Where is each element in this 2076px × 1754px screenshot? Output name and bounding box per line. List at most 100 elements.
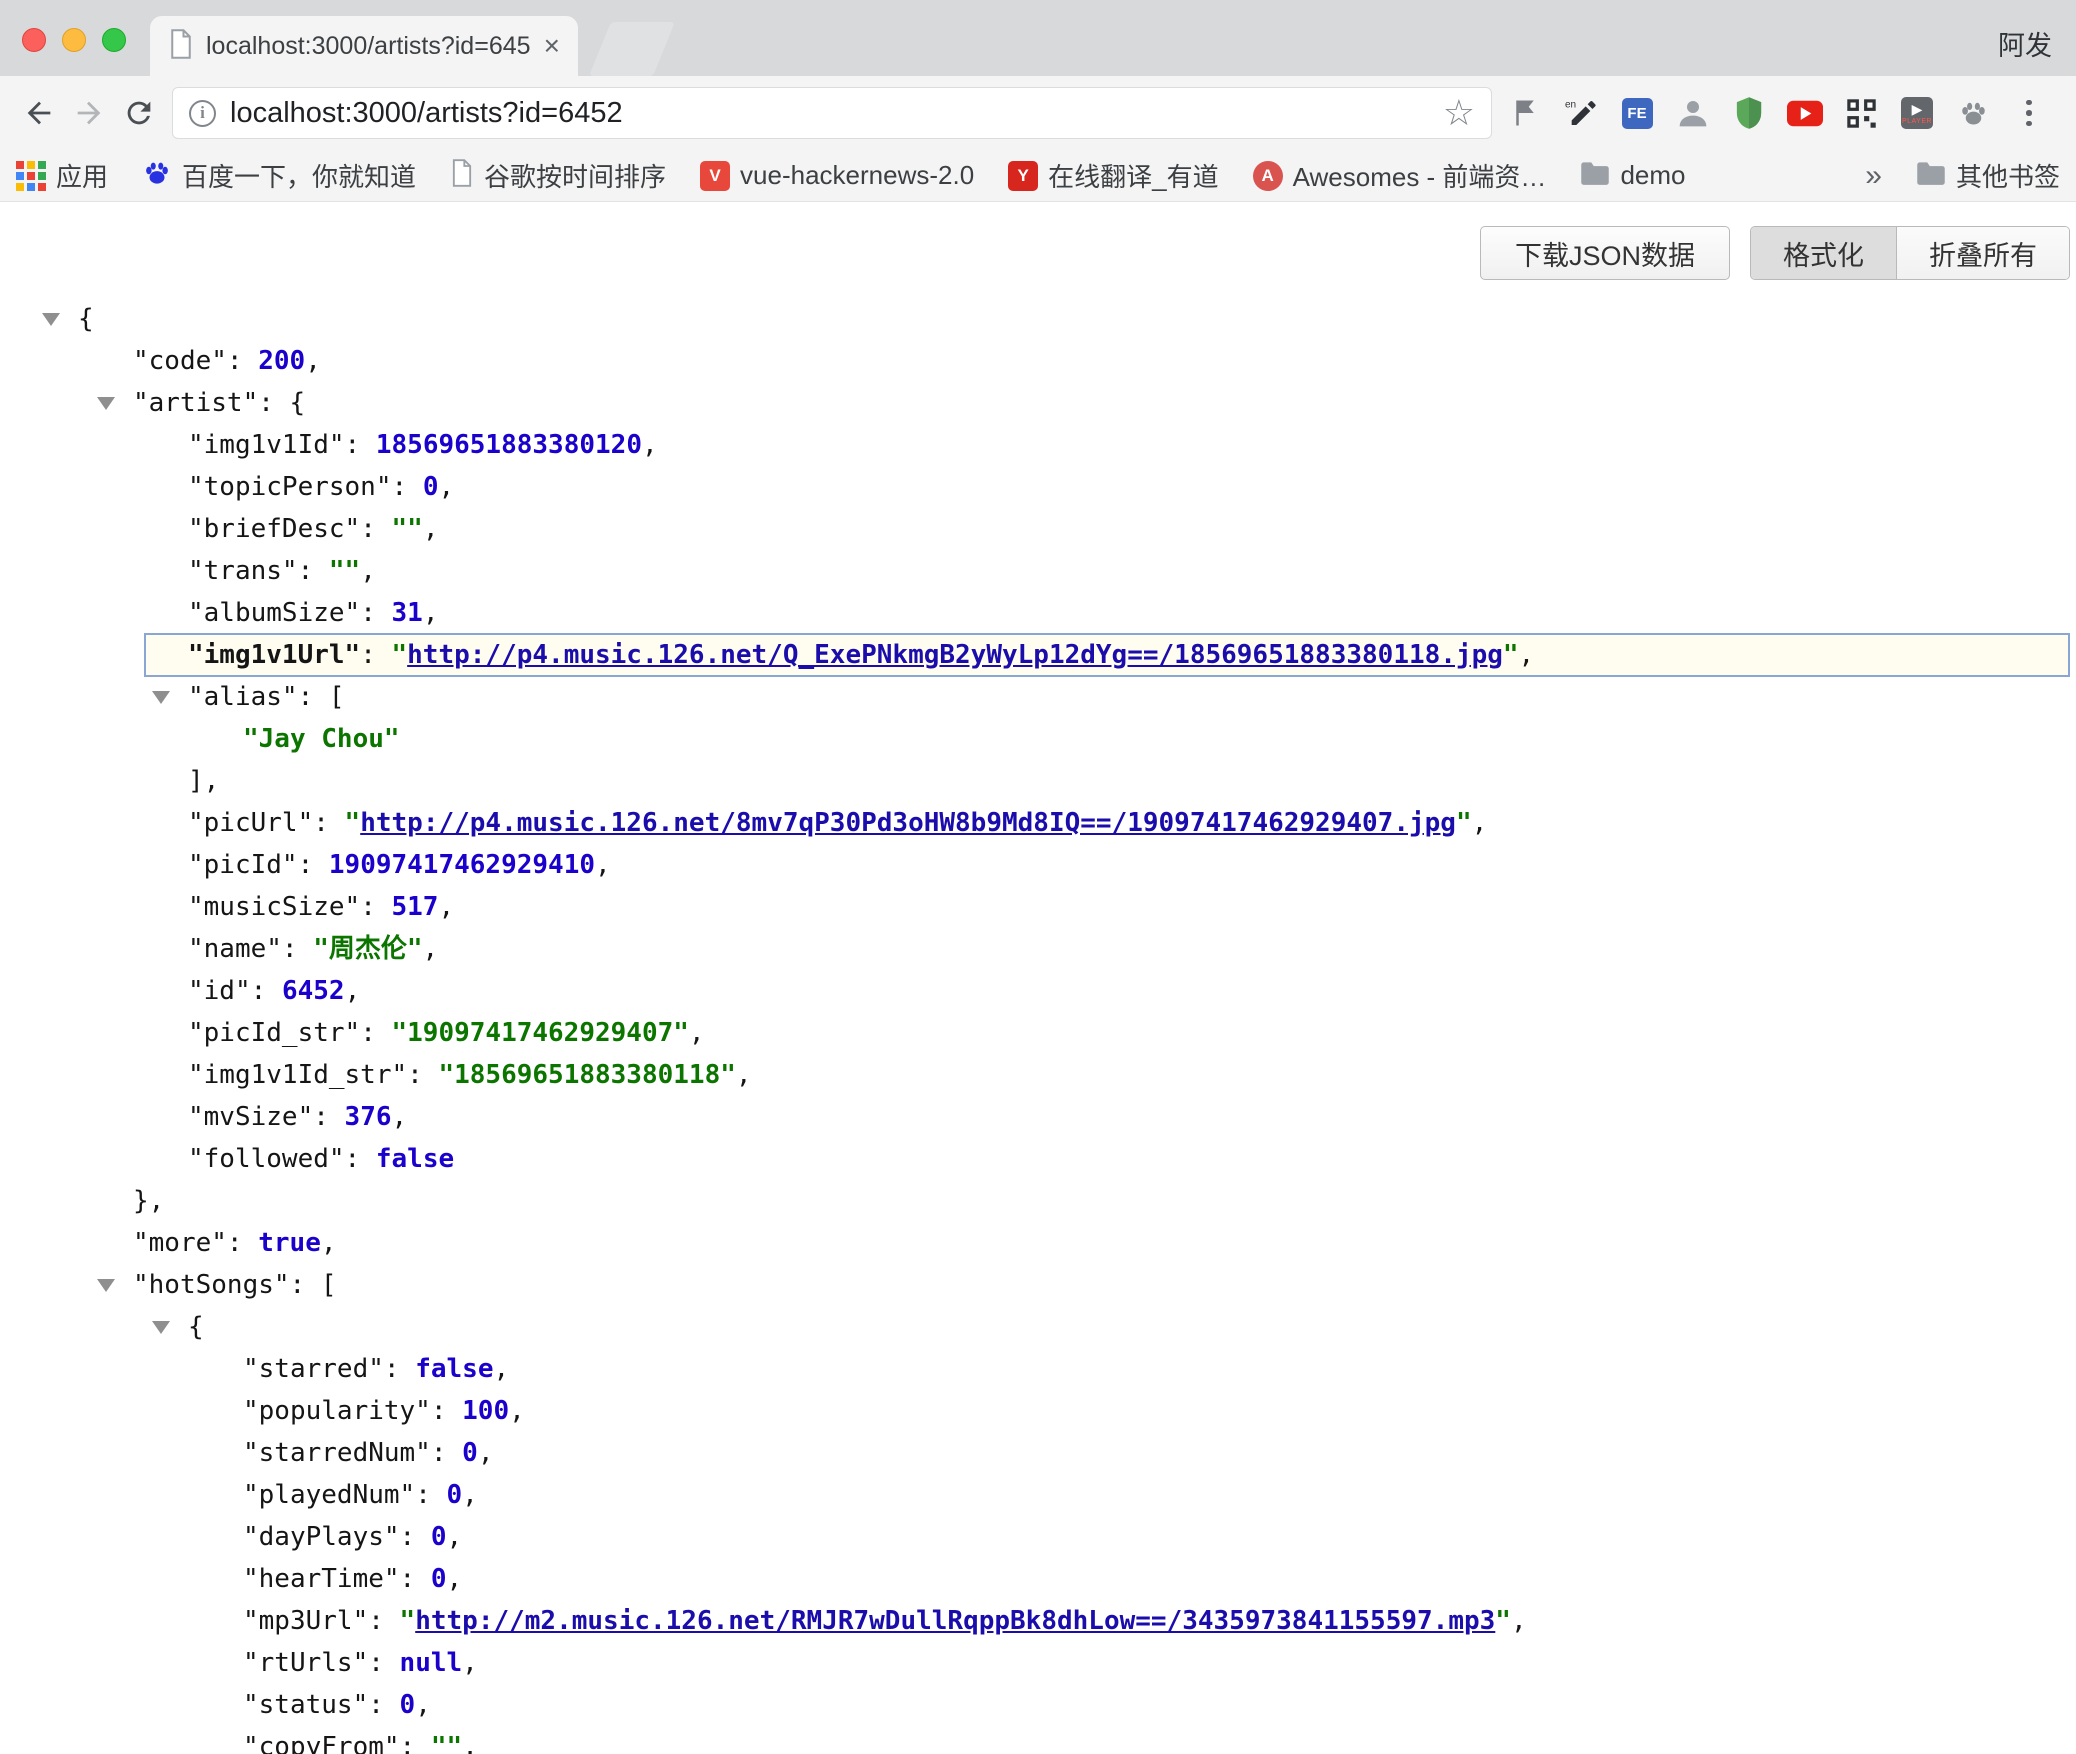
json-token-k: "musicSize" xyxy=(188,892,360,922)
json-token-n: 0 xyxy=(423,472,439,502)
json-token-p: : xyxy=(298,682,329,712)
browser-tab[interactable]: localhost:3000/artists?id=645 × xyxy=(150,16,578,76)
minimize-window-button[interactable] xyxy=(62,28,86,52)
json-token-p: , xyxy=(462,1648,478,1678)
zoom-window-button[interactable] xyxy=(102,28,126,52)
collapse-arrow-icon[interactable] xyxy=(152,1321,170,1334)
browser-menu-icon[interactable] xyxy=(2010,94,2048,132)
json-token-p: : xyxy=(345,430,376,460)
collapse-arrow-icon[interactable] xyxy=(97,1279,115,1292)
json-token-s: " xyxy=(345,808,361,838)
json-token-p: ], xyxy=(188,766,219,796)
json-token-s: "18569651883380118" xyxy=(438,1060,735,1090)
json-line: "followed": false xyxy=(0,1138,2076,1180)
download-json-button[interactable]: 下载JSON数据 xyxy=(1480,226,1730,280)
profile-name[interactable]: 阿发 xyxy=(1998,24,2052,63)
json-url-link[interactable]: http://p4.music.126.net/Q_ExePNkmgB2yWyL… xyxy=(407,640,1503,670)
translate-pen-extension-icon[interactable]: en xyxy=(1562,94,1600,132)
json-token-p: : xyxy=(392,472,423,502)
close-window-button[interactable] xyxy=(22,28,46,52)
json-token-p: : xyxy=(400,1564,431,1594)
reload-button[interactable] xyxy=(114,88,164,138)
forward-button[interactable] xyxy=(64,88,114,138)
json-token-p: , xyxy=(478,1438,494,1468)
json-line: "copyFrom": "", xyxy=(0,1726,2076,1754)
qr-code-extension-icon[interactable] xyxy=(1842,94,1880,132)
json-token-k: "img1v1Id" xyxy=(188,430,345,460)
json-token-n: 376 xyxy=(345,1102,392,1132)
json-line: "albumSize": 31, xyxy=(0,592,2076,634)
json-line: }, xyxy=(0,1180,2076,1222)
json-token-n: 100 xyxy=(462,1396,509,1426)
other-bookmarks[interactable]: 其他书签 xyxy=(1916,157,2060,194)
bookmark-demo[interactable]: demo xyxy=(1580,160,1685,191)
bookmark-vue-hackernews[interactable]: V vue-hackernews-2.0 xyxy=(700,160,974,191)
player-extension-icon[interactable]: ▶PLAYER xyxy=(1898,94,1936,132)
json-token-s: "周杰伦" xyxy=(313,934,422,964)
shield-extension-icon[interactable] xyxy=(1730,94,1768,132)
json-token-p: , xyxy=(392,1102,408,1132)
json-line: "more": true, xyxy=(0,1222,2076,1264)
paw-extension-icon[interactable] xyxy=(1954,94,1992,132)
json-line: "rtUrls": null, xyxy=(0,1642,2076,1684)
json-line: "name": "周杰伦", xyxy=(0,928,2076,970)
json-line: "popularity": 100, xyxy=(0,1390,2076,1432)
apps-grid-icon xyxy=(16,161,46,191)
json-url-link[interactable]: http://p4.music.126.net/8mv7qP30Pd3oHW8b… xyxy=(360,808,1456,838)
browser-toolbar: i localhost:3000/artists?id=6452 ☆ en FE xyxy=(0,76,2076,150)
bookmark-apps[interactable]: 应用 xyxy=(16,157,108,194)
collapse-arrow-icon[interactable] xyxy=(152,691,170,704)
svg-text:en: en xyxy=(1565,100,1576,111)
json-line: "picId_str": "19097417462929407", xyxy=(0,1012,2076,1054)
json-token-k: "hearTime" xyxy=(243,1564,400,1594)
json-token-p: : xyxy=(407,1060,438,1090)
json-token-p: : xyxy=(368,1690,399,1720)
new-tab-button[interactable] xyxy=(589,22,675,76)
flag-extension-icon[interactable] xyxy=(1506,94,1544,132)
json-token-p: }, xyxy=(133,1186,164,1216)
bookmark-awesomes[interactable]: A Awesomes - 前端资… xyxy=(1253,157,1547,194)
json-token-p: : xyxy=(290,1270,321,1300)
json-token-p: : xyxy=(251,976,282,1006)
json-token-p: : xyxy=(313,808,344,838)
bookmark-google-sort[interactable]: 谷歌按时间排序 xyxy=(450,157,666,194)
json-token-s: "" xyxy=(431,1732,462,1754)
collapse-arrow-icon[interactable] xyxy=(42,313,60,326)
json-token-p: { xyxy=(188,1312,204,1342)
fe-extension-icon[interactable]: FE xyxy=(1618,94,1656,132)
json-token-s: "19097417462929407" xyxy=(392,1018,689,1048)
json-token-p: : xyxy=(360,1018,391,1048)
collapse-arrow-icon[interactable] xyxy=(97,397,115,410)
bookmark-star-icon[interactable]: ☆ xyxy=(1443,95,1475,131)
bookmark-youdao[interactable]: Y 在线翻译_有道 xyxy=(1008,157,1218,194)
json-token-k: "albumSize" xyxy=(188,598,360,628)
collapse-all-button[interactable]: 折叠所有 xyxy=(1896,227,2069,279)
address-bar[interactable]: i localhost:3000/artists?id=6452 ☆ xyxy=(172,87,1492,139)
tab-strip: localhost:3000/artists?id=645 × 阿发 xyxy=(0,0,2076,76)
bookmarks-overflow-icon[interactable]: » xyxy=(1865,159,1882,193)
json-line: "briefDesc": "", xyxy=(0,508,2076,550)
json-token-p: : xyxy=(360,892,391,922)
json-token-s: " xyxy=(1495,1606,1511,1636)
json-token-n: 200 xyxy=(258,346,305,376)
bookmark-baidu[interactable]: 百度一下，你就知道 xyxy=(142,157,416,194)
json-token-p: , xyxy=(1472,808,1488,838)
url-text[interactable]: localhost:3000/artists?id=6452 xyxy=(230,97,1429,130)
json-token-p: , xyxy=(642,430,658,460)
json-token-p: , xyxy=(423,934,439,964)
person-extension-icon[interactable] xyxy=(1674,94,1712,132)
json-token-n: 517 xyxy=(392,892,439,922)
site-info-icon[interactable]: i xyxy=(189,100,216,127)
youtube-extension-icon[interactable] xyxy=(1786,94,1824,132)
back-button[interactable] xyxy=(14,88,64,138)
json-token-s: " xyxy=(1503,640,1519,670)
json-token-p: : xyxy=(227,1228,258,1258)
json-token-b: true xyxy=(258,1228,321,1258)
json-token-p: , xyxy=(736,1060,752,1090)
json-token-p: [ xyxy=(329,682,345,712)
json-url-link[interactable]: http://m2.music.126.net/RMJR7wDullRqppBk… xyxy=(415,1606,1495,1636)
format-button[interactable]: 格式化 xyxy=(1751,227,1896,279)
json-line: "topicPerson": 0, xyxy=(0,466,2076,508)
json-token-p: , xyxy=(689,1018,705,1048)
tab-close-icon[interactable]: × xyxy=(544,32,560,60)
